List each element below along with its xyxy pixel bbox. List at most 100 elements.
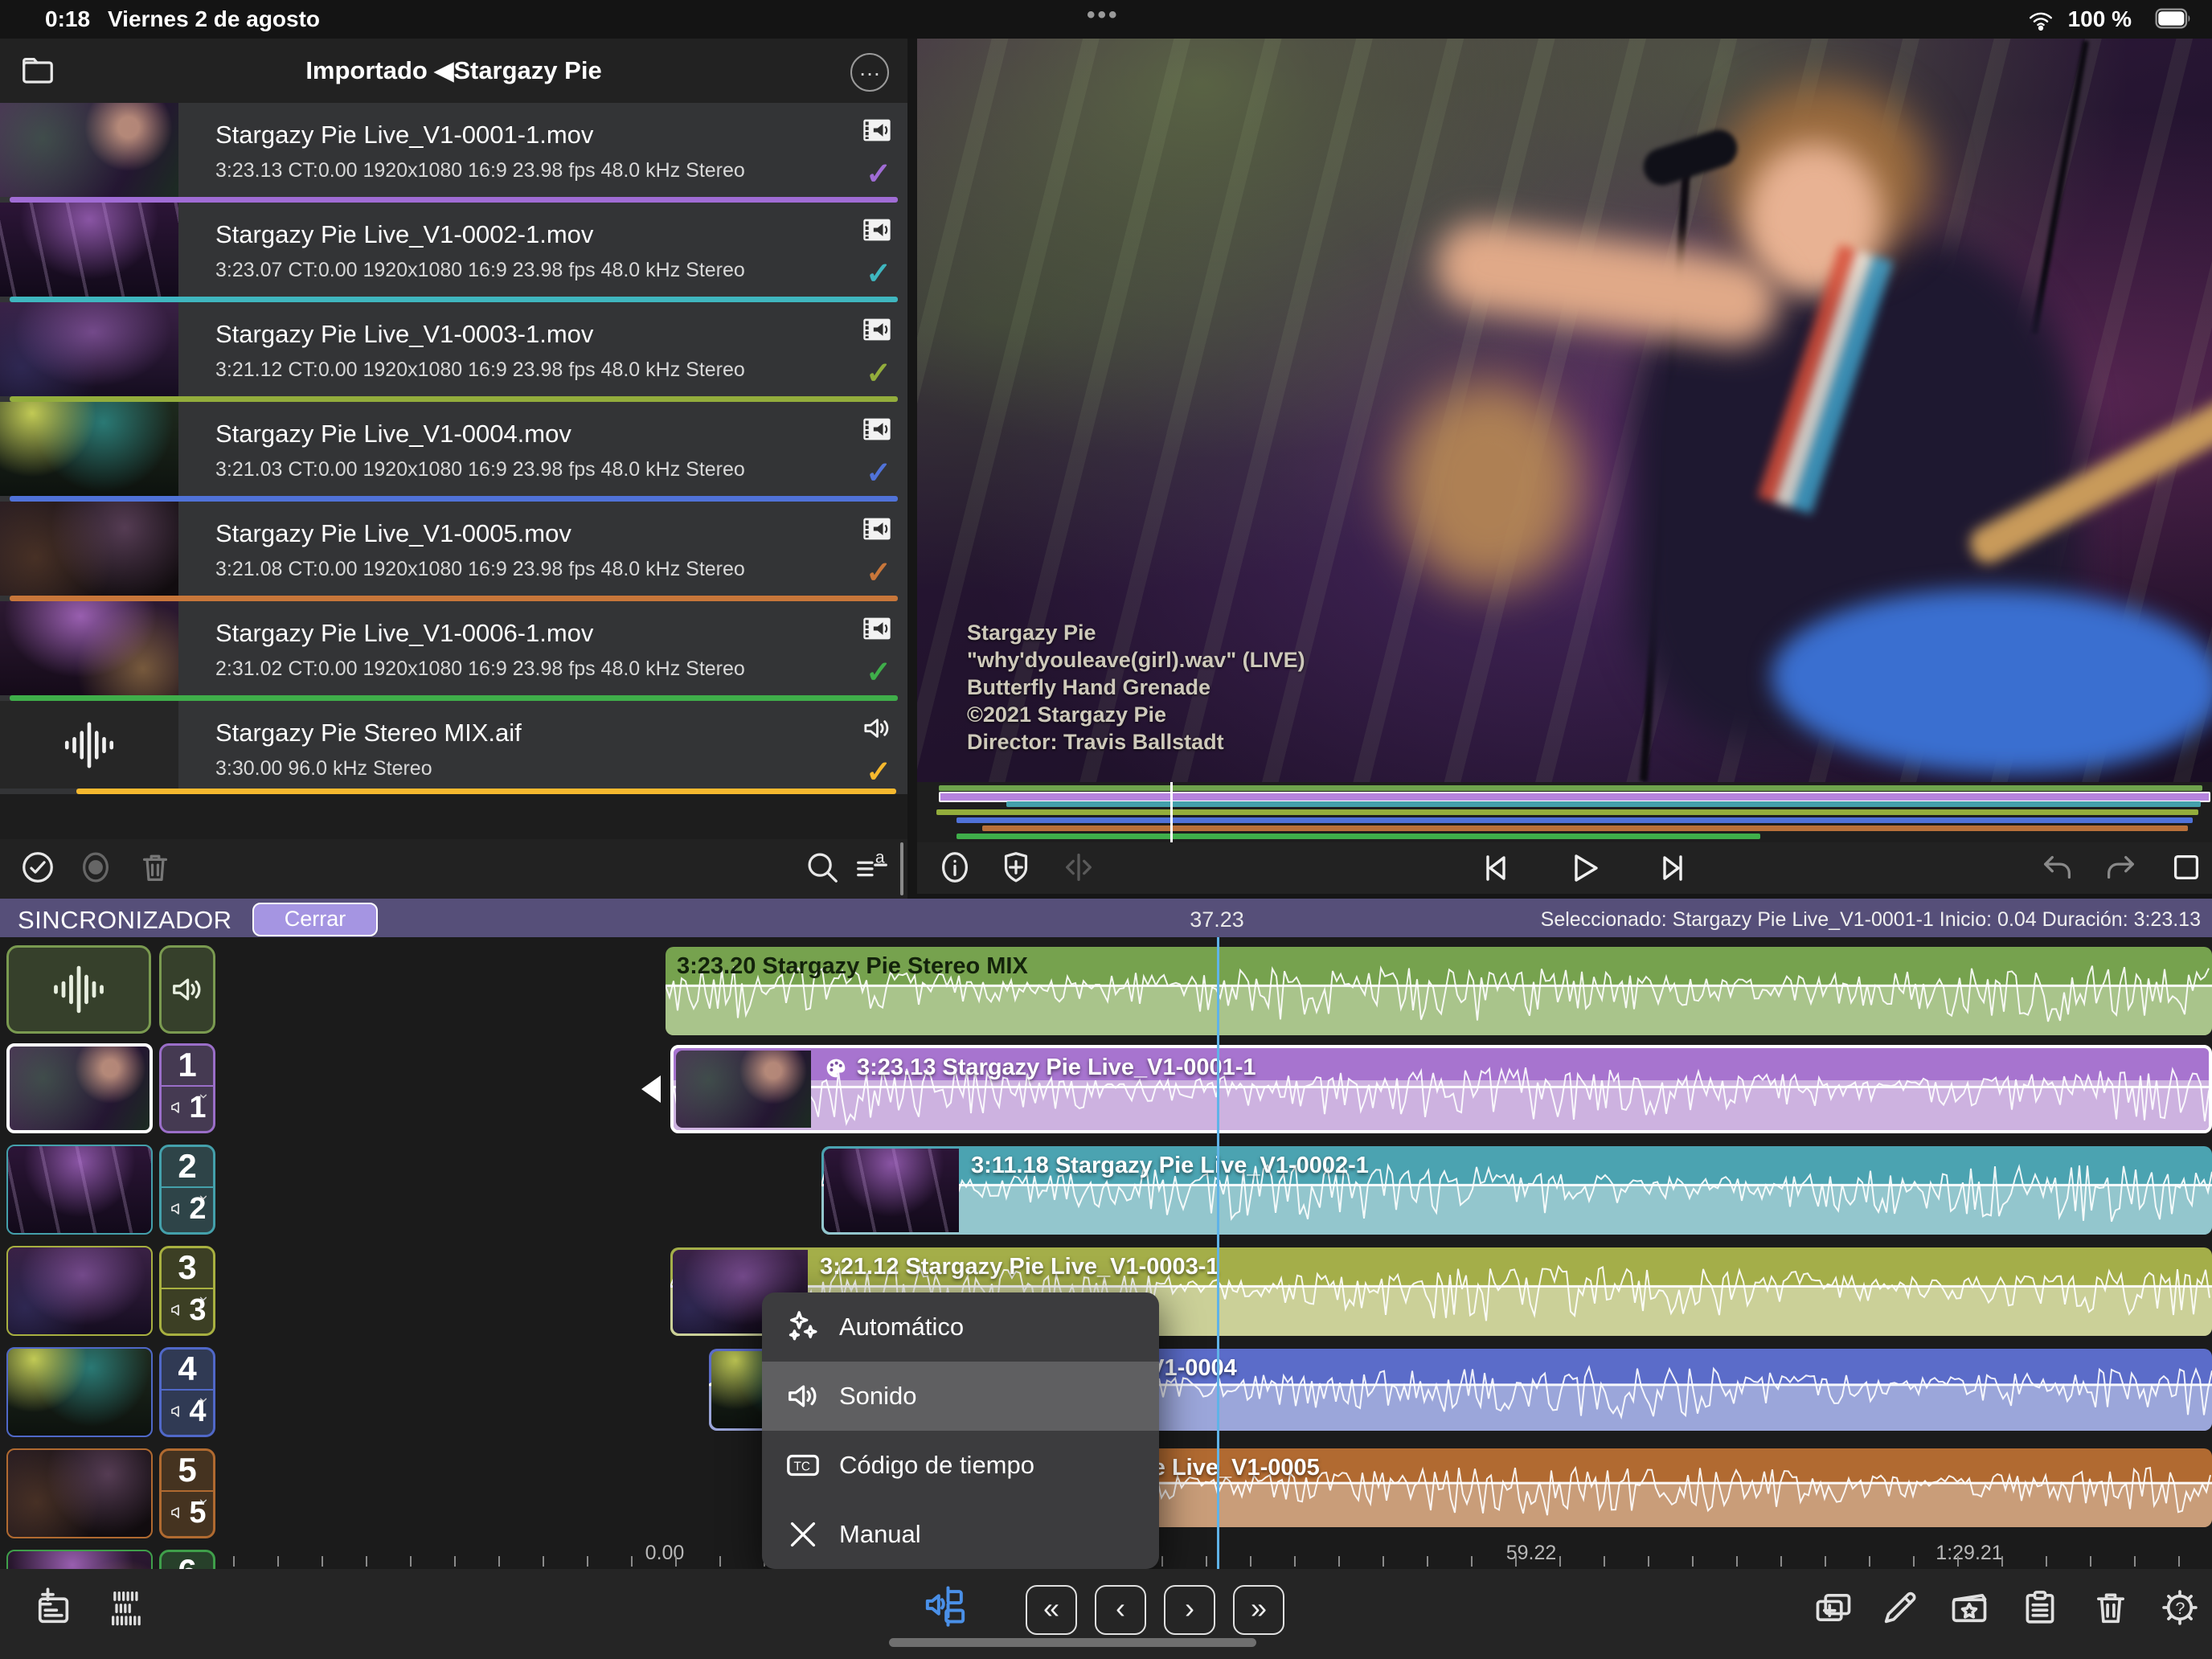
ruler-timecode: 1:29.21: [1936, 1542, 2002, 1565]
track-number-panel[interactable]: 22: [159, 1145, 215, 1235]
library-clip-row[interactable]: Stargazy Pie Live_V1-0002-1.mov3:23.07 C…: [0, 203, 907, 302]
ruler-tick: [1913, 1556, 1915, 1567]
ruler-tick: [1382, 1556, 1384, 1567]
add-to-timeline-button[interactable]: [32, 1587, 74, 1628]
timeline-minimap[interactable]: [917, 782, 2212, 842]
ruler-tick: [587, 1556, 588, 1567]
delete-button[interactable]: [137, 849, 174, 886]
menu-item-label: Automático: [839, 1313, 964, 1342]
sync-check-icon: ✓: [866, 256, 891, 292]
video-preview[interactable]: Stargazy Pie"why'dyouleave(girl).wav" (L…: [917, 39, 2212, 782]
clip-metadata: 3:21.12 CT:0.00 1920x1080 16:9 23.98 fps…: [215, 358, 745, 382]
ruler-tick: [1648, 1556, 1649, 1567]
speaker-icon: [861, 712, 893, 744]
battery-percent: 100 %: [2068, 6, 2132, 32]
playhead[interactable]: [1217, 937, 1219, 1569]
sync-check-icon: ✓: [866, 156, 891, 192]
library-scrollbar[interactable]: [900, 842, 903, 895]
play-button[interactable]: [1565, 849, 1604, 887]
ruler-tick: [1559, 1556, 1561, 1567]
library-clip-row[interactable]: Stargazy Pie Live_V1-0003-1.mov3:21.12 C…: [0, 302, 907, 402]
track-thumbnail[interactable]: [6, 1043, 153, 1133]
audio-sync-mode-button[interactable]: [923, 1585, 968, 1630]
track-number-panel[interactable]: 44: [159, 1347, 215, 1437]
menu-item-tc[interactable]: TCCódigo de tiempo: [762, 1431, 1159, 1500]
track-number-panel[interactable]: 55: [159, 1448, 215, 1538]
ruler-tick: [410, 1556, 412, 1567]
menu-item-speaker[interactable]: Sonido: [762, 1362, 1159, 1431]
clip-title: Stargazy Pie Stereo MIX.aif: [215, 719, 522, 748]
library-more-button[interactable]: …: [850, 53, 889, 92]
marker-add-button[interactable]: [997, 849, 1034, 886]
jump-end-button[interactable]: »: [1233, 1585, 1284, 1635]
redo-button[interactable]: [2102, 849, 2139, 886]
ruler-tick: [1604, 1556, 1605, 1567]
track-audio-toggle[interactable]: 4: [162, 1389, 213, 1435]
track-thumbnail[interactable]: [6, 1246, 153, 1336]
menu-item-sparkles[interactable]: Automático: [762, 1292, 1159, 1362]
bottom-toolbar: ? « ‹ › »: [0, 1569, 2212, 1659]
trash-button[interactable]: [2090, 1587, 2132, 1628]
next-clip-button[interactable]: [1654, 849, 1693, 887]
multitask-dots-icon[interactable]: •••: [1087, 2, 1120, 29]
fullscreen-button[interactable]: [2168, 849, 2205, 886]
credit-line: Butterfly Hand Grenade: [967, 674, 1305, 701]
jump-start-button[interactable]: «: [1026, 1585, 1077, 1635]
previous-clip-button[interactable]: [1476, 849, 1514, 887]
track-number-panel[interactable]: 33: [159, 1246, 215, 1336]
add-clip-button[interactable]: [1813, 1587, 1854, 1628]
timeline-horizontal-scrollbar[interactable]: [889, 1638, 1256, 1647]
search-button[interactable]: [804, 849, 841, 886]
track-number-panel[interactable]: 11: [159, 1043, 215, 1133]
sort-button[interactable]: a: [854, 849, 891, 886]
track-thumbnail[interactable]: [6, 1550, 153, 1569]
status-bar: 0:18 Viernes 2 de agosto ••• 100 %: [0, 0, 2212, 39]
clip-metadata: 3:21.08 CT:0.00 1920x1080 16:9 23.98 fps…: [215, 558, 745, 581]
select-check-button[interactable]: [19, 849, 56, 886]
clip-title: Stargazy Pie Live_V1-0006-1.mov: [215, 619, 593, 648]
mix-track-speaker-button[interactable]: [159, 945, 215, 1034]
timeline-clip-v1[interactable]: 3:23.13 Stargazy Pie Live_V1-0001-1: [670, 1045, 2212, 1133]
record-button[interactable]: [77, 849, 114, 886]
library-clip-row[interactable]: Stargazy Pie Live_V1-0005.mov3:21.08 CT:…: [0, 502, 907, 601]
trim-button[interactable]: [1060, 849, 1097, 886]
track-audio-toggle[interactable]: 1: [162, 1085, 213, 1131]
timeline-clip-v2[interactable]: 3:11.18 Stargazy Pie Live_V1-0002-1: [821, 1146, 2212, 1235]
undo-button[interactable]: [2039, 849, 2076, 886]
settings-help-button[interactable]: ?: [2159, 1587, 2201, 1628]
menu-item-xmark[interactable]: Manual: [762, 1500, 1159, 1569]
credit-line: "why'dyouleave(girl).wav" (LIVE): [967, 646, 1305, 674]
sync-hatch-button[interactable]: [106, 1587, 148, 1628]
step-back-button[interactable]: ‹: [1095, 1585, 1146, 1635]
library-clip-row[interactable]: Stargazy Pie Live_V1-0006-1.mov2:31.02 C…: [0, 601, 907, 701]
library-clip-row[interactable]: Stargazy Pie Live_V1-0001-1.mov3:23.13 C…: [0, 103, 907, 203]
library-clip-row[interactable]: Stargazy Pie Stereo MIX.aif3:30.00 96.0 …: [0, 701, 907, 794]
minimap-playhead[interactable]: [1170, 782, 1173, 842]
track-audio-toggle[interactable]: 2: [162, 1186, 213, 1232]
synchronizer-title: SINCRONIZADOR: [18, 906, 232, 935]
edit-button[interactable]: [1879, 1587, 1921, 1628]
track-number-panel[interactable]: 66: [159, 1550, 215, 1569]
timeline-clip-mix[interactable]: 3:23.20 Stargazy Pie Stereo MIX: [666, 947, 2212, 1035]
color-palette-icon: [823, 1055, 849, 1081]
clip-metadata: 3:21.03 CT:0.00 1920x1080 16:9 23.98 fps…: [215, 458, 745, 481]
minimap-clip-bar: [936, 809, 2198, 815]
mix-track-waveform-button[interactable]: [6, 945, 151, 1034]
track-thumbnail[interactable]: [6, 1145, 153, 1235]
info-button[interactable]: [936, 849, 973, 886]
track-audio-toggle[interactable]: 5: [162, 1490, 213, 1536]
ruler-tick: [631, 1556, 633, 1567]
step-forward-button[interactable]: ›: [1164, 1585, 1215, 1635]
clip-label: 3:21.12 Stargazy Pie Live_V1-0003-1: [820, 1254, 1219, 1280]
library-breadcrumb[interactable]: Importado ◀Stargazy Pie: [0, 56, 907, 85]
track-thumbnail[interactable]: [6, 1347, 153, 1437]
close-button[interactable]: Cerrar: [252, 903, 378, 936]
second-musician-silhouette: [1396, 381, 1581, 590]
track-thumbnail[interactable]: [6, 1448, 153, 1538]
video-credits-overlay: Stargazy Pie"why'dyouleave(girl).wav" (L…: [967, 619, 1305, 756]
favorites-button[interactable]: [1948, 1587, 1990, 1628]
clipboard-button[interactable]: [2019, 1587, 2061, 1628]
library-clip-row[interactable]: Stargazy Pie Live_V1-0004.mov3:21.03 CT:…: [0, 402, 907, 502]
track-audio-toggle[interactable]: 3: [162, 1288, 213, 1333]
synchronizer-title-bar: SINCRONIZADOR Cerrar 37.23 Seleccionado:…: [0, 899, 2212, 937]
